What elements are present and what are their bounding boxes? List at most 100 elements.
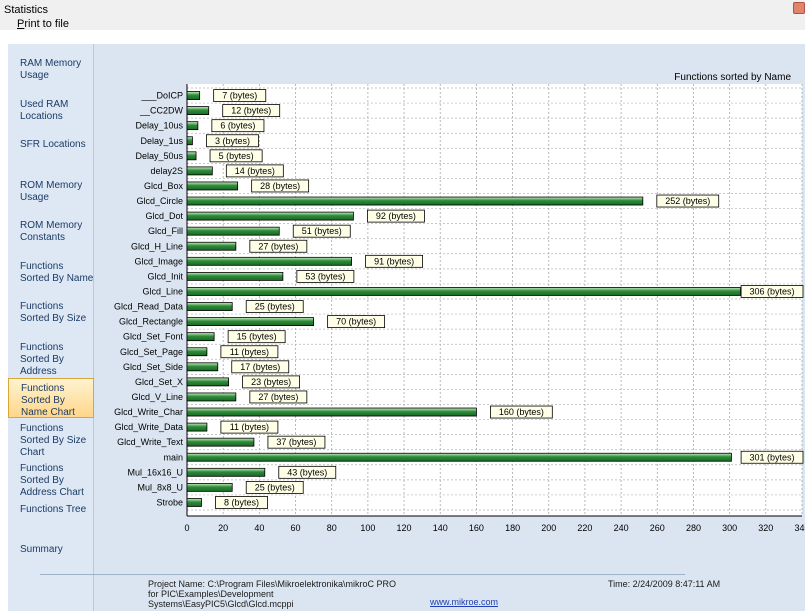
close-icon[interactable] (793, 2, 805, 14)
sidebar-item-rom-memory-constants[interactable]: ROM Memory Constants (8, 216, 94, 256)
data-label: 25 (bytes) (255, 482, 295, 492)
x-tick-label: 300 (722, 523, 737, 533)
bar-chart: 0 20 40 60 80 100 120 140 160 180 200 220 240 260 280 3… (114, 84, 805, 533)
sidebar-item-functions-sorted-by-name-chart[interactable]: Functions Sorted By Name Chart (8, 378, 94, 418)
data-label: 53 (bytes) (305, 271, 345, 281)
data-label: 301 (bytes) (750, 452, 795, 462)
data-label: 25 (bytes) (255, 302, 295, 312)
data-label: 28 (bytes) (260, 181, 300, 191)
title-bar: Statistics Print to file (0, 0, 805, 30)
data-label: 3 (bytes) (215, 136, 250, 146)
data-label: 5 (bytes) (219, 151, 254, 161)
x-tick-label: 200 (541, 523, 556, 533)
data-label: 27 (bytes) (258, 392, 298, 402)
bar (186, 136, 193, 146)
data-label: 252 (bytes) (665, 196, 710, 206)
y-tick-label: Glcd_Fill (148, 226, 183, 236)
x-tick-label: 320 (758, 523, 773, 533)
y-tick-label: Delay_1us (140, 136, 183, 146)
sidebar-item-sfr-locations[interactable]: SFR Locations (8, 135, 94, 175)
x-tick-label: 280 (686, 523, 701, 533)
x-tick-label: 100 (360, 523, 375, 533)
data-label: 6 (bytes) (220, 121, 255, 131)
y-tick-label: Glcd_Set_X (135, 377, 183, 387)
footer-divider (40, 574, 685, 575)
x-tick-label: 160 (469, 523, 484, 533)
sidebar-item-functions-tree[interactable]: Functions Tree (8, 500, 94, 540)
data-label: 160 (bytes) (499, 407, 544, 417)
y-tick-label: Glcd_Read_Data (114, 302, 183, 312)
bar (186, 302, 233, 311)
timestamp: Time: 2/24/2009 8:47:11 AM (608, 579, 721, 589)
bar (186, 106, 210, 116)
x-tick-label: 180 (505, 523, 520, 533)
data-label: 43 (bytes) (287, 467, 327, 477)
sidebar-item-functions-sorted-by-size[interactable]: Functions Sorted By Size (8, 297, 94, 337)
y-tick-label: Glcd_Circle (136, 196, 183, 206)
bar (186, 256, 353, 266)
y-tick-label: Glcd_Image (134, 256, 183, 266)
bar (186, 196, 644, 206)
data-label: 11 (bytes) (230, 347, 269, 357)
sidebar-item-functions-sorted-by-address-chart[interactable]: Functions Sorted By Address Chart (8, 459, 94, 499)
website-link[interactable]: www.mikroe.com (430, 597, 498, 607)
x-tick-label: 0 (184, 523, 189, 533)
sidebar-item-used-ram-locations[interactable]: Used RAM Locations (8, 95, 94, 135)
y-tick-label: Glcd_Rectangle (119, 317, 183, 327)
x-tick-label: 80 (327, 523, 337, 533)
y-tick-label: Glcd_Write_Data (115, 422, 183, 432)
bar (186, 151, 197, 161)
bar (186, 467, 266, 477)
data-label: 7 (bytes) (222, 91, 257, 101)
sidebar-item-functions-sorted-by-address[interactable]: Functions Sorted By Address (8, 338, 94, 378)
bar (186, 181, 239, 191)
y-tick-label: Glcd_Box (144, 181, 184, 191)
y-tick-label: ___DoICP (140, 91, 183, 101)
bar (186, 452, 732, 462)
print-menu-label: rint to file (24, 18, 69, 30)
bar (186, 392, 237, 402)
x-tick-label: 40 (254, 523, 264, 533)
data-label: 12 (bytes) (231, 106, 271, 116)
y-tick-label: delay2S (150, 166, 183, 176)
sidebar-item-rom-memory-usage[interactable]: ROM Memory Usage (8, 176, 94, 216)
bar (186, 407, 477, 417)
data-label: 51 (bytes) (302, 226, 342, 236)
y-tick-label: Glcd_Dot (145, 211, 183, 221)
y-tick-label: Delay_10us (135, 121, 183, 131)
data-label: 23 (bytes) (251, 377, 291, 387)
data-label: 11 (bytes) (230, 422, 269, 432)
sidebar-item-functions-sorted-by-size-chart[interactable]: Functions Sorted By Size Chart (8, 419, 94, 459)
data-label: 8 (bytes) (224, 497, 259, 507)
data-label: 70 (bytes) (336, 317, 376, 327)
sidebar-item-functions-sorted-by-name[interactable]: Functions Sorted By Name (8, 257, 94, 297)
y-tick-label: Glcd_Set_Font (123, 332, 184, 342)
bar (186, 317, 315, 327)
plot-area (187, 84, 802, 516)
bar (186, 166, 213, 176)
bar (186, 377, 230, 387)
data-label: 92 (bytes) (376, 211, 416, 221)
data-label: 37 (bytes) (276, 437, 316, 447)
bar (186, 482, 233, 492)
y-tick-label: Glcd_Init (147, 271, 183, 281)
bar (186, 211, 354, 221)
bar (186, 437, 255, 447)
data-label: 27 (bytes) (258, 241, 298, 251)
y-tick-label: __CC2DW (139, 106, 184, 116)
y-tick-label: Mul_8x8_U (137, 482, 183, 492)
y-tick-label: Glcd_Write_Text (117, 437, 183, 447)
x-tick-label: 340 (794, 523, 805, 533)
print-to-file-menu[interactable]: Print to file (17, 18, 69, 30)
x-tick-label: 20 (218, 523, 228, 533)
sidebar-item-ram-memory-usage[interactable]: RAM Memory Usage (8, 54, 94, 94)
y-tick-label: Strobe (156, 497, 183, 507)
bar (186, 226, 280, 236)
bar (186, 91, 201, 100)
bar (186, 121, 199, 131)
window-title: Statistics (4, 4, 49, 16)
data-label: 91 (bytes) (374, 256, 414, 266)
data-label: 306 (bytes) (750, 286, 795, 296)
y-tick-label: Mul_16x16_U (127, 467, 183, 477)
data-label: 14 (bytes) (235, 166, 275, 176)
